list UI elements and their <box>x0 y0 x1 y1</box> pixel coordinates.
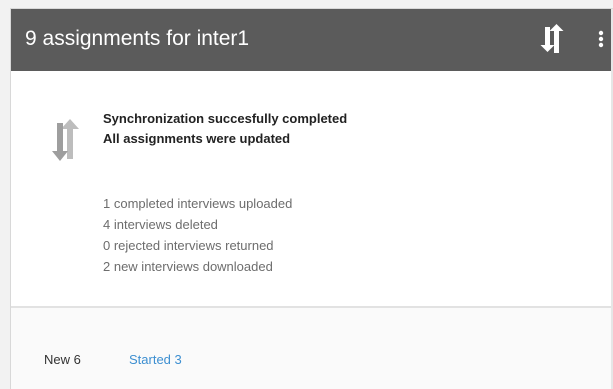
tab-new[interactable]: New 6 <box>44 352 81 367</box>
app-window: 9 assignments for inter1 Synchronization… <box>10 8 613 389</box>
stat-downloaded: 2 new interviews downloaded <box>103 259 273 274</box>
device-screen: 9 assignments for inter1 Synchronization… <box>0 0 613 389</box>
app-bar: 9 assignments for inter1 <box>11 9 613 71</box>
sync-stats-list: 1 completed interviews uploaded 4 interv… <box>103 193 292 277</box>
sync-arrows-icon <box>540 24 564 53</box>
more-vert-icon <box>598 30 604 48</box>
app-bar-title: 9 assignments for inter1 <box>25 27 250 50</box>
sync-arrows-icon <box>52 119 79 161</box>
sync-status-indicator <box>51 115 81 167</box>
sync-button[interactable] <box>539 23 565 55</box>
stat-deleted: 4 interviews deleted <box>103 217 218 232</box>
sync-detail-message: All assignments were updated <box>103 131 291 146</box>
assignment-tabs: New 6 Started 3 <box>11 308 613 389</box>
sync-result-panel: Synchronization succesfully completed Al… <box>11 71 613 306</box>
sync-status-message: Synchronization succesfully completed <box>103 111 348 126</box>
tab-started[interactable]: Started 3 <box>129 352 182 367</box>
overflow-menu-button[interactable] <box>592 23 610 55</box>
stat-uploaded: 1 completed interviews uploaded <box>103 196 293 211</box>
stat-rejected: 0 rejected interviews returned <box>103 238 274 253</box>
sync-messages: Synchronization succesfully completed Al… <box>103 109 347 149</box>
